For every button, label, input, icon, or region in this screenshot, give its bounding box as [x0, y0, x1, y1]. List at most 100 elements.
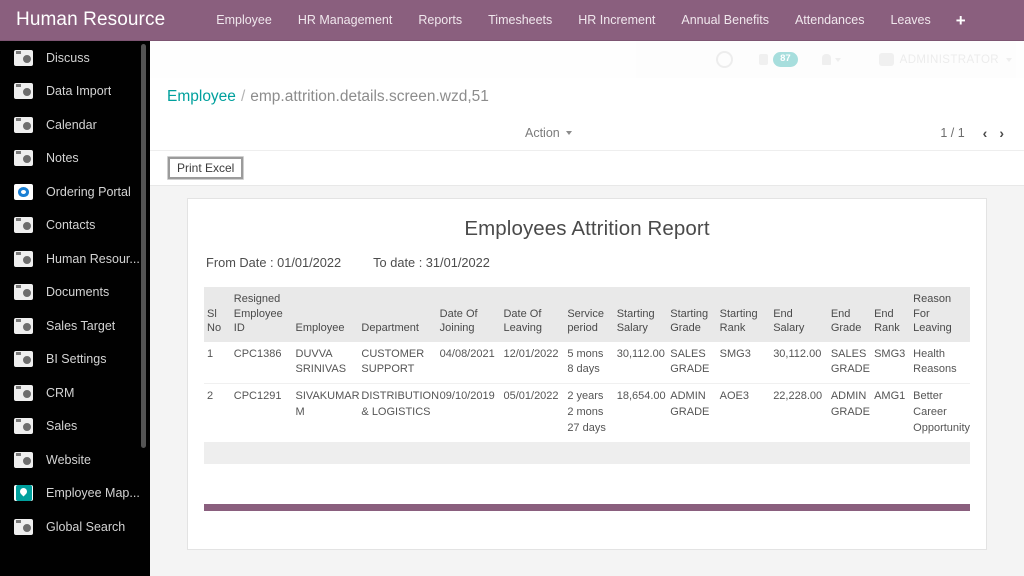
- sidebar-item-crm[interactable]: CRM: [0, 376, 150, 410]
- column-header-department: Department: [361, 322, 419, 335]
- sidebar-item-label: Human Resour...: [46, 251, 140, 266]
- breadcrumb-current: emp.attrition.details.screen.wzd,51: [250, 88, 489, 105]
- sidebar-item-sales-target[interactable]: Sales Target: [0, 309, 150, 343]
- app-icon: [14, 418, 33, 435]
- cell-date-of-leaving: 05/01/2022: [500, 383, 565, 443]
- cell-starting-salary: 18,654.00: [613, 383, 668, 443]
- sidebar-item-documents[interactable]: Documents: [0, 276, 150, 310]
- sidebar-item-global-search[interactable]: Global Search: [0, 510, 150, 544]
- avatar: [878, 53, 894, 66]
- sidebar-scrollbar[interactable]: [141, 44, 146, 448]
- nav-item-hr-management[interactable]: HR Management: [285, 13, 406, 27]
- add-menu-icon[interactable]: +: [944, 12, 978, 29]
- cell-end-grade: SALES GRADE: [830, 347, 870, 376]
- table-footer-row: [204, 442, 970, 465]
- cell-department: CUSTOMER SUPPORT: [361, 347, 425, 376]
- column-header-end-salary: End Salary: [773, 307, 805, 335]
- cell-end-rank: SMG3: [874, 347, 906, 360]
- action-dropdown[interactable]: Action: [525, 126, 572, 140]
- column-header-starting-grade: Starting Grade: [670, 307, 709, 335]
- sidebar-item-label: Calendar: [46, 117, 97, 132]
- column-header-starting-salary: Starting Salary: [616, 307, 655, 335]
- cell-end-salary: 22,228.00: [770, 383, 828, 443]
- sidebar-item-label: Contacts: [46, 218, 96, 233]
- sidebar-item-label: Website: [46, 452, 91, 467]
- chevron-down-icon: [834, 57, 841, 62]
- sidebar-item-discuss[interactable]: Discuss: [0, 41, 150, 75]
- nav-item-reports[interactable]: Reports: [405, 13, 475, 27]
- report-footer-rule: [204, 504, 970, 511]
- nav-item-attendances[interactable]: Attendances: [782, 13, 878, 27]
- sidebar-item-label: Notes: [46, 151, 79, 166]
- sidebar-item-ordering-portal[interactable]: Ordering Portal: [0, 175, 150, 209]
- column-header-date-of-leaving: Date Of Leaving: [503, 307, 543, 335]
- sidebar-item-label: Employee Map...: [46, 486, 140, 501]
- cell-reason-for-leaving: Better Career Opportunity: [910, 383, 970, 443]
- message-count-badge: 87: [773, 52, 798, 67]
- print-excel-button[interactable]: Print Excel: [167, 156, 245, 180]
- sidebar-item-label: Data Import: [46, 84, 112, 99]
- app-icon: [14, 116, 33, 133]
- sidebar-item-sales[interactable]: Sales: [0, 410, 150, 444]
- cell-employee: DUVVA SRINIVAS: [295, 347, 347, 376]
- activity-circle-icon[interactable]: [716, 51, 734, 68]
- cell-starting-rank: SMG3: [719, 347, 751, 360]
- chat-icon: [759, 54, 769, 65]
- app-icon: [14, 49, 33, 66]
- sidebar-item-calendar[interactable]: Calendar: [0, 108, 150, 142]
- sidebar-item-label: Discuss: [46, 50, 90, 65]
- nav-item-leaves[interactable]: Leaves: [877, 13, 943, 27]
- messages-indicator[interactable]: 87: [759, 52, 798, 67]
- column-header-end-rank: End Rank: [874, 307, 900, 335]
- pager-next-icon[interactable]: ›: [993, 126, 1010, 140]
- notifications-menu[interactable]: [821, 54, 841, 65]
- record-controls: Action 1 / 1 ‹ ›: [150, 116, 1024, 150]
- sidebar-item-contacts[interactable]: Contacts: [0, 209, 150, 243]
- app-icon: [14, 150, 33, 167]
- sidebar-item-notes[interactable]: Notes: [0, 142, 150, 176]
- main-content: Employee / emp.attrition.details.screen.…: [150, 78, 1024, 576]
- sidebar-item-website[interactable]: Website: [0, 443, 150, 477]
- cell-sl-no: 2: [204, 383, 231, 443]
- app-icon: [14, 284, 33, 301]
- app-icon: [14, 317, 33, 334]
- app-icon: [14, 83, 33, 100]
- sidebar-item-label: Sales: [46, 419, 78, 434]
- nav-item-annual-benefits[interactable]: Annual Benefits: [668, 13, 782, 27]
- nav-item-employee[interactable]: Employee: [203, 13, 285, 27]
- user-name-label: ADMINISTRATOR: [899, 53, 999, 66]
- sidebar-item-employee-map[interactable]: Employee Map...: [0, 477, 150, 511]
- column-header-resigned-employee-id: Resigned Employee ID: [233, 293, 283, 335]
- cell-service-period: 5 mons 8 days: [567, 347, 604, 376]
- sidebar-item-label: Documents: [46, 285, 110, 300]
- table-header-row: Sl No Resigned Employee ID Employee Depa…: [204, 287, 970, 342]
- table-row: 1 CPC1386 DUVVA SRINIVAS CUSTOMER SUPPOR…: [204, 342, 970, 384]
- report-title: Employees Attrition Report: [464, 217, 710, 240]
- nav-item-hr-increment[interactable]: HR Increment: [565, 13, 668, 27]
- pager-previous-icon[interactable]: ‹: [977, 126, 994, 140]
- nav-item-timesheets[interactable]: Timesheets: [475, 13, 565, 27]
- sidebar-item-label: CRM: [46, 385, 75, 400]
- cell-resigned-employee-id: CPC1291: [230, 383, 293, 443]
- cell-reason-for-leaving: Health Reasons: [913, 347, 957, 376]
- sidebar-item-label: Ordering Portal: [46, 184, 131, 199]
- action-dropdown-label: Action: [525, 126, 560, 140]
- cell-end-salary: 30,112.00: [773, 347, 822, 360]
- attrition-table: Sl No Resigned Employee ID Employee Depa…: [204, 287, 970, 465]
- user-menu[interactable]: ADMINISTRATOR: [878, 53, 1012, 66]
- breadcrumb-root-link[interactable]: Employee: [167, 88, 236, 106]
- app-icon: [14, 351, 33, 368]
- column-header-service-period: Service period: [567, 307, 604, 335]
- sidebar-item-data-import[interactable]: Data Import: [0, 75, 150, 109]
- sidebar-item-bi-settings[interactable]: BI Settings: [0, 343, 150, 377]
- app-icon: [14, 518, 33, 535]
- cell-date-of-joining: 04/08/2021: [439, 347, 495, 360]
- sidebar-item-label: Global Search: [46, 519, 126, 534]
- bell-icon: [821, 54, 831, 65]
- app-brand-title: Human Resource: [16, 9, 166, 30]
- cell-end-grade: ADMIN GRADE: [827, 383, 872, 443]
- sidebar-item-human-resources[interactable]: Human Resour...: [0, 242, 150, 276]
- column-header-starting-rank: Starting Rank: [719, 307, 758, 335]
- column-header-date-of-joining: Date Of Joining: [439, 307, 478, 335]
- table-footer-cell: [204, 442, 970, 465]
